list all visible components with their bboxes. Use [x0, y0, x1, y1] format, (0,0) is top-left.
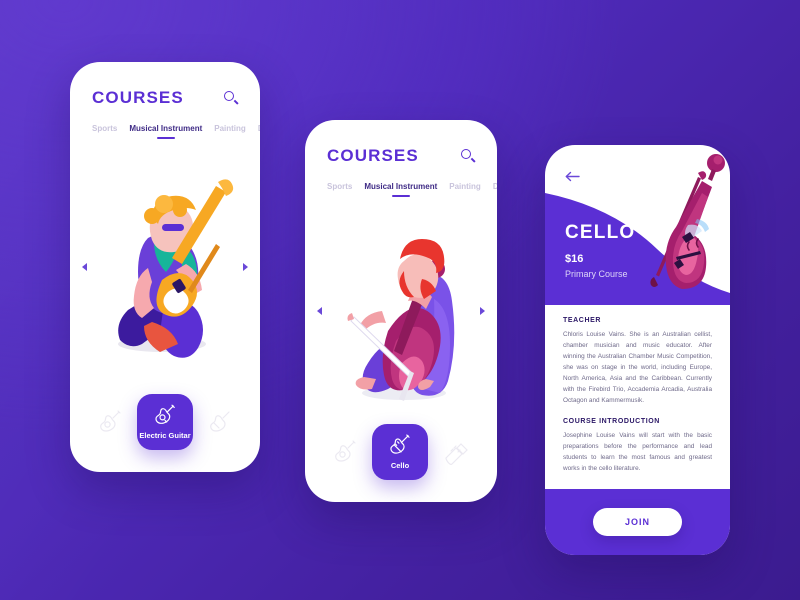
card2-tabs: Sports Musical Instrument Painting D — [305, 166, 497, 197]
cello-hero: CELLO $16 Primary Course — [545, 145, 730, 305]
tab-sports[interactable]: Sports — [92, 124, 117, 139]
card1-header: COURSES — [70, 62, 260, 108]
chevron-right-icon[interactable] — [243, 262, 248, 271]
tab-dance[interactable]: D — [493, 182, 497, 197]
teacher-heading: TEACHER — [563, 317, 602, 324]
tab-painting[interactable]: Painting — [214, 124, 246, 139]
chevron-left-icon[interactable] — [317, 306, 322, 315]
course-introduction-section: COURSE INTRODUCTION Josephine Louise Vai… — [563, 418, 712, 474]
teacher-body: Chloris Louise Vains. She is an Australi… — [563, 331, 712, 405]
course-introduction-heading: COURSE INTRODUCTION — [563, 418, 660, 426]
violin-icon[interactable] — [207, 409, 233, 435]
card1-chip-row: Electric Guitar — [70, 394, 260, 472]
tab-musical-instrument[interactable]: Musical Instrument — [364, 182, 437, 197]
tab-musical-instrument[interactable]: Musical Instrument — [129, 124, 202, 139]
cellist-illustration — [347, 239, 455, 401]
courses-cello-card: COURSES Sports Musical Instrument Painti… — [305, 120, 497, 502]
course-introduction-body: Josephine Louise Vains will start with t… — [563, 432, 712, 473]
electric-guitar-icon — [155, 404, 175, 425]
chip-electric-guitar-label: Electric Guitar — [139, 431, 191, 441]
page-title: COURSES — [327, 146, 419, 165]
join-button[interactable]: JOIN — [592, 508, 682, 536]
guitarist-illustration — [118, 178, 234, 358]
tab-sports[interactable]: Sports — [327, 182, 352, 197]
search-icon[interactable] — [461, 149, 476, 163]
courses-guitar-card: COURSES Sports Musical Instrument Painti… — [70, 62, 260, 472]
course-title: CELLO — [565, 222, 636, 243]
acoustic-guitar-icon[interactable] — [332, 439, 358, 465]
tab-painting[interactable]: Painting — [449, 182, 481, 197]
card1-tabs: Sports Musical Instrument Painting D — [70, 108, 260, 139]
page-title: COURSES — [92, 88, 184, 107]
teacher-section: TEACHER Chloris Louise Vains. She is an … — [563, 317, 712, 406]
card2-header: COURSES — [305, 120, 497, 166]
cello-icon — [390, 434, 410, 455]
cello-detail-card: CELLO $16 Primary Course TEACHER Chloris… — [545, 145, 730, 555]
chevron-right-icon[interactable] — [480, 306, 485, 315]
course-price: $16 — [565, 253, 584, 265]
chip-electric-guitar[interactable]: Electric Guitar — [137, 394, 193, 450]
chip-cello[interactable]: Cello — [372, 424, 428, 480]
card1-carousel — [70, 139, 260, 394]
acoustic-guitar-icon[interactable] — [97, 409, 123, 435]
card2-chip-row: Cello — [305, 424, 497, 502]
card2-carousel — [305, 197, 497, 424]
trumpet-icon[interactable] — [442, 439, 470, 465]
join-bar: JOIN — [545, 489, 730, 555]
cello-instrument-illustration — [650, 154, 725, 289]
chevron-left-icon[interactable] — [82, 262, 87, 271]
back-arrow-icon[interactable] — [565, 171, 580, 182]
hero-text-block: CELLO $16 Primary Course — [565, 222, 635, 279]
section-divider — [563, 406, 712, 418]
course-detail-sections: TEACHER Chloris Louise Vains. She is an … — [545, 305, 730, 474]
search-icon[interactable] — [224, 91, 239, 105]
course-subtitle: Primary Course — [565, 269, 628, 279]
tab-dance[interactable]: D — [258, 124, 260, 139]
chip-cello-label: Cello — [390, 461, 410, 471]
